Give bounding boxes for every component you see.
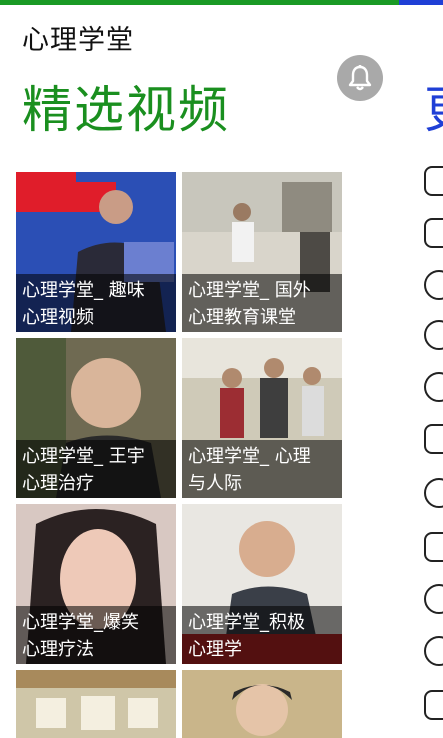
video-tile[interactable]: 心理学堂_积极 心理学 bbox=[182, 504, 342, 664]
star-icon[interactable] bbox=[424, 478, 443, 508]
grid-icon[interactable] bbox=[424, 218, 443, 248]
video-tile[interactable]: 心理学堂_爆笑 心理疗法 bbox=[16, 504, 176, 664]
video-title: 心理学堂_ 王宇 心理治疗 bbox=[16, 440, 176, 498]
video-title: 心理学堂_ 心理 与人际 bbox=[182, 440, 342, 498]
video-tile[interactable]: 心理学堂_ 心理 与人际 bbox=[182, 338, 342, 498]
top-accent-bar-blue bbox=[399, 0, 443, 5]
thumbs-up-icon[interactable] bbox=[424, 690, 443, 720]
app-title: 心理学堂 bbox=[22, 25, 134, 56]
chat-icon[interactable] bbox=[424, 424, 443, 454]
at-icon[interactable] bbox=[424, 584, 443, 614]
notification-button[interactable] bbox=[337, 55, 383, 101]
grid-icon[interactable] bbox=[424, 166, 443, 196]
top-accent-bar bbox=[0, 0, 443, 5]
bell-icon bbox=[348, 65, 372, 91]
user-icon[interactable] bbox=[424, 372, 443, 402]
video-tile[interactable]: 心理学堂_ 王宇 心理治疗 bbox=[16, 338, 176, 498]
video-tile[interactable]: 心理学堂_ 趣味 心理视频 bbox=[16, 172, 176, 332]
video-title: 心理学堂_ 趣味 心理视频 bbox=[16, 274, 176, 332]
video-tile[interactable] bbox=[16, 670, 176, 738]
video-thumbnail bbox=[16, 670, 176, 738]
next-section-peek[interactable]: 更 bbox=[424, 80, 443, 140]
search-icon[interactable] bbox=[424, 270, 443, 300]
video-title: 心理学堂_ 国外 心理教育课堂 bbox=[182, 274, 342, 332]
video-title: 心理学堂_爆笑 心理疗法 bbox=[16, 606, 176, 664]
video-tile[interactable] bbox=[182, 670, 342, 738]
calendar-icon[interactable] bbox=[424, 532, 443, 562]
video-thumbnail bbox=[182, 670, 342, 738]
section-title: 精选视频 bbox=[22, 81, 230, 139]
download-icon[interactable] bbox=[424, 320, 443, 350]
video-tile[interactable]: 心理学堂_ 国外 心理教育课堂 bbox=[182, 172, 342, 332]
info-icon[interactable] bbox=[424, 636, 443, 666]
video-title: 心理学堂_积极 心理学 bbox=[182, 606, 342, 664]
